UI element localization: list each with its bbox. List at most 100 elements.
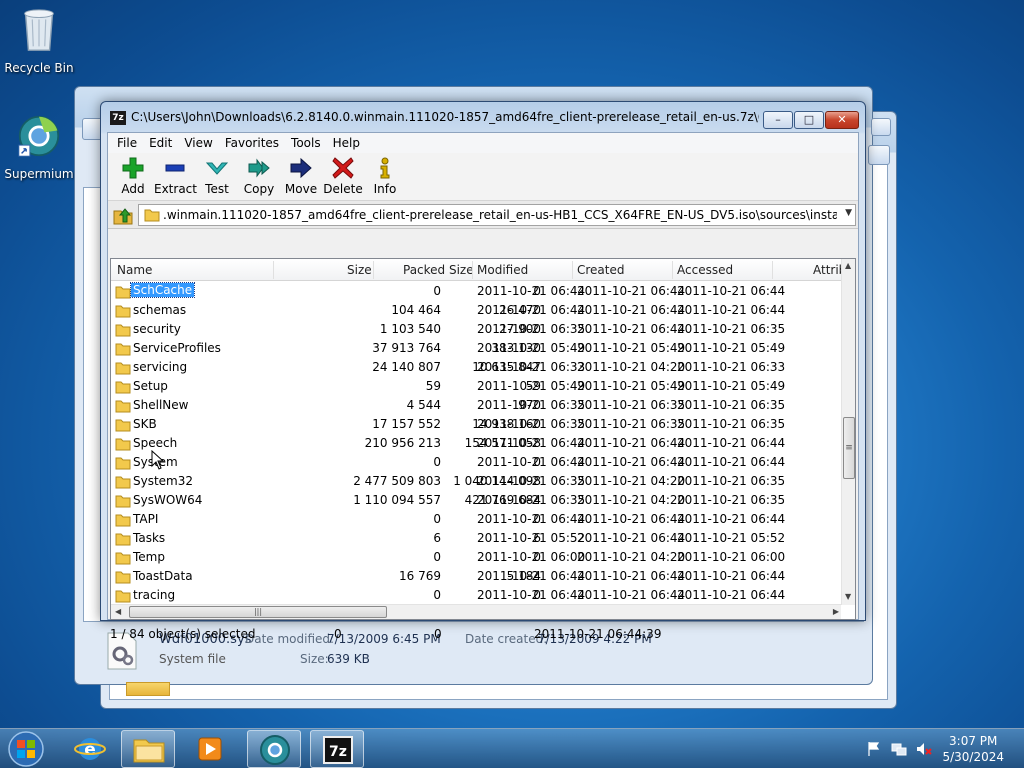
column-created[interactable]: Created bbox=[577, 263, 625, 277]
scroll-left-icon[interactable]: ◀ bbox=[115, 607, 121, 616]
7zip-icon: 7z bbox=[323, 736, 353, 764]
minimize-button[interactable]: – bbox=[763, 111, 793, 129]
system-clock[interactable]: 3:07 PM 5/30/2024 bbox=[942, 733, 1004, 765]
table-row[interactable]: Speech 210 956 213 154 571 058 2011-10-21 0… bbox=[111, 434, 841, 453]
up-folder-icon[interactable] bbox=[112, 205, 134, 225]
menu-file[interactable]: File bbox=[112, 136, 142, 150]
taskbar-explorer[interactable] bbox=[121, 730, 175, 768]
folder-icon bbox=[144, 209, 160, 222]
cell-name: TAPI bbox=[133, 512, 159, 526]
file-rows: SchCache 0 0 2011-10-21 06:44 2011-10-21 06:… bbox=[111, 282, 841, 605]
cell-size: 0 bbox=[433, 588, 441, 602]
network-icon[interactable] bbox=[891, 741, 907, 757]
path-combobox[interactable]: .winmain.111020-1857_amd64fre_client-pre… bbox=[138, 204, 856, 226]
details-size-value: 639 KB bbox=[327, 652, 370, 666]
table-row[interactable]: Tasks 6 6 2011-10-21 05:52 2011-10-21 06:44 2… bbox=[111, 529, 841, 548]
desktop-icon-label: Recycle Bin bbox=[4, 61, 74, 75]
close-icon-background[interactable] bbox=[871, 118, 891, 136]
cell-created: 2011-10-21 06:44 bbox=[577, 322, 686, 336]
table-row[interactable]: SKB 17 157 552 14 938 160 2011-10-21 06:35 2… bbox=[111, 415, 841, 434]
taskbar-supermium[interactable] bbox=[247, 730, 301, 768]
menu-edit[interactable]: Edit bbox=[144, 136, 177, 150]
file-list[interactable]: Name Size Packed Size Modified Created A… bbox=[110, 258, 856, 620]
table-row[interactable]: SysWOW64 1 110 094 557 421 769 684 2011-10-… bbox=[111, 491, 841, 510]
volume-muted-icon[interactable] bbox=[916, 741, 932, 757]
folder-icon bbox=[133, 739, 165, 763]
7zip-app-icon: 7z bbox=[110, 111, 126, 125]
cell-modified: 2011-10-21 06:44 bbox=[477, 436, 586, 450]
table-row[interactable]: ShellNew 4 544 970 2011-10-21 06:35 2011-10-… bbox=[111, 396, 841, 415]
cell-name: ShellNew bbox=[133, 398, 189, 412]
copy-button[interactable]: Copy bbox=[238, 153, 280, 200]
folder-icon bbox=[115, 381, 131, 394]
cell-size: 0 bbox=[433, 550, 441, 564]
scroll-down-icon[interactable]: ▼ bbox=[845, 592, 851, 601]
scroll-right-icon[interactable]: ▶ bbox=[833, 607, 839, 616]
status-size: 0 bbox=[334, 627, 342, 641]
taskbar-media-player[interactable] bbox=[184, 730, 238, 768]
start-button[interactable] bbox=[6, 730, 46, 768]
taskbar-7zip[interactable]: 7z bbox=[310, 730, 364, 768]
column-accessed[interactable]: Accessed bbox=[677, 263, 733, 277]
cell-accessed: 2011-10-21 05:49 bbox=[677, 341, 786, 355]
flag-icon[interactable] bbox=[866, 741, 882, 757]
table-row[interactable]: Temp 0 0 2011-10-21 06:00 2011-10-21 04:20 20… bbox=[111, 548, 841, 567]
table-row[interactable]: System002011-10-21 06:442011-10-21 06:44… bbox=[111, 453, 841, 472]
table-row[interactable]: ToastData 16 769 5 184 2011-10-21 06:44 2011… bbox=[111, 567, 841, 586]
menu-tools[interactable]: Tools bbox=[286, 136, 326, 150]
taskbar-internet-explorer[interactable]: e bbox=[63, 730, 117, 768]
menu-view[interactable]: View bbox=[179, 136, 217, 150]
cell-modified: 2011-10-21 06:33 bbox=[477, 360, 586, 374]
desktop-icon-recycle-bin[interactable]: Recycle Bin bbox=[1, 6, 77, 75]
close-button[interactable]: ✕ bbox=[825, 111, 859, 129]
scroll-up-icon[interactable]: ▲ bbox=[845, 261, 851, 270]
desktop-icon-supermium[interactable]: Supermium bbox=[1, 112, 77, 181]
cell-modified: 2011-10-21 06:44 bbox=[477, 569, 586, 583]
table-row[interactable]: security 1 103 540 27 900 2011-10-21 06:35 2… bbox=[111, 320, 841, 339]
cell-accessed: 2011-10-21 06:00 bbox=[677, 550, 786, 564]
table-row[interactable]: tracing 0 0 2011-10-21 06:44 2011-10-21 06:4… bbox=[111, 586, 841, 605]
move-label: Move bbox=[284, 182, 318, 196]
extract-label: Extract bbox=[154, 182, 197, 196]
column-size[interactable]: Size bbox=[347, 263, 372, 277]
cell-modified: 2011-10-21 06:35 bbox=[477, 322, 586, 336]
table-row[interactable]: TAPI 0 0 2011-10-21 06:44 2011-10-21 06:44 20… bbox=[111, 510, 841, 529]
extract-button[interactable]: Extract bbox=[154, 153, 197, 200]
horizontal-scroll-thumb[interactable]: ||| bbox=[129, 606, 387, 618]
cell-accessed: 2011-10-21 06:44 bbox=[677, 512, 786, 526]
7zip-window[interactable]: 7z C:\Users\John\Downloads\6.2.8140.0.wi… bbox=[100, 101, 866, 641]
move-button[interactable]: Move bbox=[280, 153, 322, 200]
test-label: Test bbox=[205, 182, 229, 196]
window-body: File Edit View Favorites Tools Help Add … bbox=[107, 132, 859, 641]
cell-modified: 2011-10-21 06:44 bbox=[477, 512, 586, 526]
info-button[interactable]: Info bbox=[364, 153, 406, 200]
chevron-down-icon[interactable]: ▼ bbox=[845, 208, 852, 218]
vertical-scrollbar[interactable]: ▲ ≡ ▼ bbox=[841, 259, 855, 605]
table-row[interactable]: SchCache 0 0 2011-10-21 06:44 2011-10-21 06:… bbox=[111, 282, 841, 301]
cell-size: 0 bbox=[433, 284, 441, 298]
cell-modified: 2011-10-21 06:35 bbox=[477, 493, 586, 507]
recycle-bin-icon bbox=[24, 9, 54, 51]
column-name[interactable]: Name bbox=[117, 263, 152, 277]
test-button[interactable]: Test bbox=[196, 153, 238, 200]
cell-created: 2011-10-21 06:44 bbox=[577, 303, 686, 317]
vertical-scroll-thumb[interactable]: ≡ bbox=[843, 417, 855, 479]
folder-icon bbox=[115, 362, 131, 375]
delete-button[interactable]: Delete bbox=[322, 153, 364, 200]
cell-accessed: 2011-10-21 06:35 bbox=[677, 417, 786, 431]
table-row[interactable]: schemas 104 464 26 470 2011-10-21 06:44 2011… bbox=[111, 301, 841, 320]
table-row[interactable]: ServiceProfiles 37 913 764 383 130 2011-10-… bbox=[111, 339, 841, 358]
search-icon[interactable] bbox=[868, 145, 890, 165]
maximize-button[interactable]: □ bbox=[794, 111, 824, 129]
table-row[interactable]: servicing 24 140 807 10 635 847 2011-10-21 … bbox=[111, 358, 841, 377]
cell-modified: 2011-10-21 05:52 bbox=[477, 531, 586, 545]
table-row[interactable]: System32 2 477 509 803 1 040 144 098 2011-1… bbox=[111, 472, 841, 491]
add-button[interactable]: Add bbox=[112, 153, 154, 200]
title-bar[interactable]: 7z C:\Users\John\Downloads\6.2.8140.0.wi… bbox=[101, 102, 865, 132]
menu-help[interactable]: Help bbox=[328, 136, 365, 150]
menu-favorites[interactable]: Favorites bbox=[220, 136, 284, 150]
column-packed-size[interactable]: Packed Size bbox=[403, 263, 474, 277]
horizontal-scrollbar[interactable]: ◀ ||| ▶ bbox=[111, 604, 841, 619]
column-modified[interactable]: Modified bbox=[477, 263, 528, 277]
table-row[interactable]: Setup 59 59 2011-10-21 05:49 2011-10-21 05:4… bbox=[111, 377, 841, 396]
